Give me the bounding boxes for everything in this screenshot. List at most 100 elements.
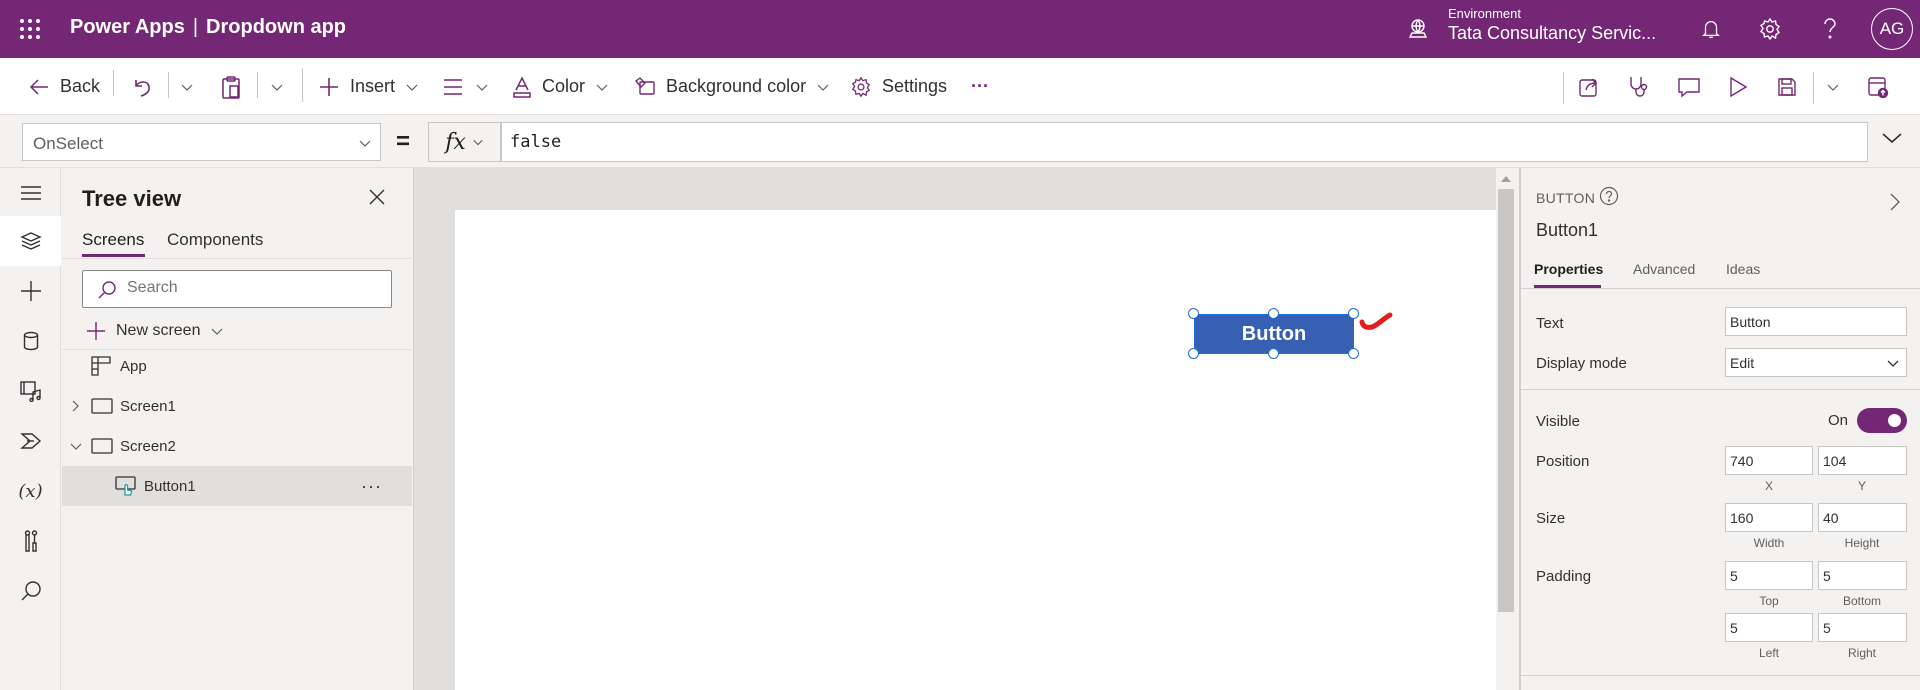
resize-handle[interactable] — [1188, 348, 1199, 359]
avatar[interactable]: AG — [1871, 8, 1913, 50]
advanced-tools-icon[interactable] — [0, 516, 61, 566]
media-icon[interactable] — [0, 366, 61, 416]
color-button[interactable]: Color — [512, 58, 609, 115]
resize-handle[interactable] — [1268, 348, 1279, 359]
plus-icon — [87, 322, 105, 340]
paste-options-chevron-icon[interactable] — [270, 58, 284, 115]
resize-handle[interactable] — [1348, 348, 1359, 359]
control-name[interactable]: Button1 — [1536, 220, 1598, 241]
divider — [1813, 72, 1814, 104]
share-icon[interactable] — [1578, 58, 1600, 115]
tree-item-screen1[interactable]: Screen1 — [62, 386, 412, 426]
variables-icon[interactable]: (x) — [0, 466, 61, 516]
resize-handle[interactable] — [1268, 308, 1279, 319]
save-icon[interactable] — [1777, 58, 1797, 115]
app-screen[interactable] — [455, 210, 1497, 690]
property-value: OnSelect — [33, 134, 103, 153]
resize-handle[interactable] — [1188, 308, 1199, 319]
waffle-icon[interactable] — [18, 17, 42, 41]
back-button[interactable]: Back — [28, 58, 100, 115]
chevron-right-icon[interactable] — [1889, 192, 1901, 212]
canvas-scrollbar[interactable] — [1496, 168, 1516, 690]
save-options-chevron-icon[interactable] — [1826, 58, 1840, 115]
width-input[interactable]: 160 — [1725, 503, 1813, 532]
preview-play-icon[interactable] — [1728, 58, 1748, 115]
chevron-right-icon[interactable] — [70, 400, 80, 412]
bell-icon[interactable] — [1697, 15, 1725, 43]
control-type: BUTTON — [1536, 190, 1596, 206]
padding-right-input[interactable]: 5 — [1818, 613, 1907, 642]
tree-item-label: Screen2 — [120, 437, 176, 455]
menu-icon[interactable] — [0, 168, 61, 218]
insert-icon[interactable] — [0, 266, 61, 316]
tab-ideas[interactable]: Ideas — [1726, 261, 1760, 277]
padding-bottom-input[interactable]: 5 — [1818, 561, 1907, 590]
property-selector[interactable]: OnSelect — [22, 123, 381, 161]
visible-toggle[interactable] — [1857, 408, 1907, 433]
layout-button[interactable] — [443, 58, 489, 115]
tree-view-icon[interactable] — [0, 216, 61, 266]
tree-item-screen2[interactable]: Screen2 — [62, 426, 412, 466]
divider — [1521, 288, 1920, 289]
display-mode-dropdown[interactable]: Edit — [1725, 348, 1907, 377]
power-automate-icon[interactable] — [0, 416, 61, 466]
new-screen-button[interactable]: New screen — [86, 316, 224, 346]
tab-properties[interactable]: Properties — [1534, 261, 1603, 277]
close-icon[interactable] — [369, 189, 385, 205]
environment-label: Environment — [1448, 6, 1521, 21]
undo-options-chevron-icon[interactable] — [180, 58, 194, 115]
scrollbar-thumb[interactable] — [1498, 189, 1514, 612]
tab-components[interactable]: Components — [167, 230, 263, 250]
tree-item-app[interactable]: App — [62, 346, 412, 386]
tab-advanced[interactable]: Advanced — [1633, 261, 1695, 277]
padding-left-input[interactable]: 5 — [1725, 613, 1813, 642]
insert-button[interactable]: Insert — [318, 58, 419, 115]
divider — [1563, 72, 1564, 104]
screen-icon — [91, 438, 113, 454]
position-y-input[interactable]: 104 — [1818, 446, 1907, 475]
tree-search-box[interactable] — [82, 270, 392, 308]
help-icon[interactable] — [1599, 186, 1619, 206]
formula-input[interactable]: false — [501, 122, 1868, 162]
tree-item-label: Screen1 — [120, 397, 176, 415]
function-button[interactable]: fx — [428, 122, 501, 162]
app-checker-icon[interactable] — [1628, 58, 1650, 115]
font-color-icon — [513, 75, 531, 98]
expand-formula-chevron-icon[interactable] — [1880, 130, 1904, 146]
more-commands-button[interactable]: ··· — [971, 58, 989, 115]
text-input[interactable]: Button — [1725, 307, 1907, 336]
settings-button[interactable]: Settings — [850, 58, 947, 115]
background-color-label: Background color — [666, 76, 807, 96]
padding-top-input[interactable]: 5 — [1725, 561, 1813, 590]
command-bar: Back Insert Color Background color Setti… — [0, 58, 1920, 115]
tab-screens[interactable]: Screens — [82, 230, 144, 250]
help-icon[interactable] — [1816, 15, 1844, 43]
comments-icon[interactable] — [1677, 58, 1701, 115]
gear-icon[interactable] — [1756, 15, 1784, 43]
tree-item-label: App — [120, 357, 147, 375]
search-icon[interactable] — [0, 566, 61, 616]
tree-search-input[interactable] — [127, 279, 377, 297]
top-caption: Top — [1759, 594, 1779, 608]
data-icon[interactable] — [0, 316, 61, 366]
divider — [257, 72, 258, 98]
app-name: Dropdown app — [206, 16, 347, 38]
publish-icon[interactable] — [1867, 58, 1889, 115]
background-color-button[interactable]: Background color — [634, 58, 830, 115]
paste-button[interactable] — [221, 58, 241, 115]
more-options-button[interactable]: ··· — [361, 476, 382, 497]
environment-name[interactable]: Tata Consultancy Servic... — [1448, 23, 1656, 44]
scroll-up-icon[interactable] — [1501, 176, 1511, 182]
height-input[interactable]: 40 — [1818, 503, 1907, 532]
environment-icon[interactable] — [1406, 17, 1430, 41]
undo-button[interactable] — [133, 58, 153, 115]
button-control-icon — [115, 476, 137, 496]
title-separator: | — [192, 16, 199, 38]
toggle-knob — [1888, 414, 1901, 427]
chevron-down-icon[interactable] — [70, 441, 82, 451]
visible-state: On — [1828, 412, 1849, 429]
tree-item-button1[interactable]: Button1 ··· — [62, 466, 412, 506]
position-x-input[interactable]: 740 — [1725, 446, 1813, 475]
color-label: Color — [542, 76, 586, 96]
chevron-down-icon — [473, 139, 483, 146]
